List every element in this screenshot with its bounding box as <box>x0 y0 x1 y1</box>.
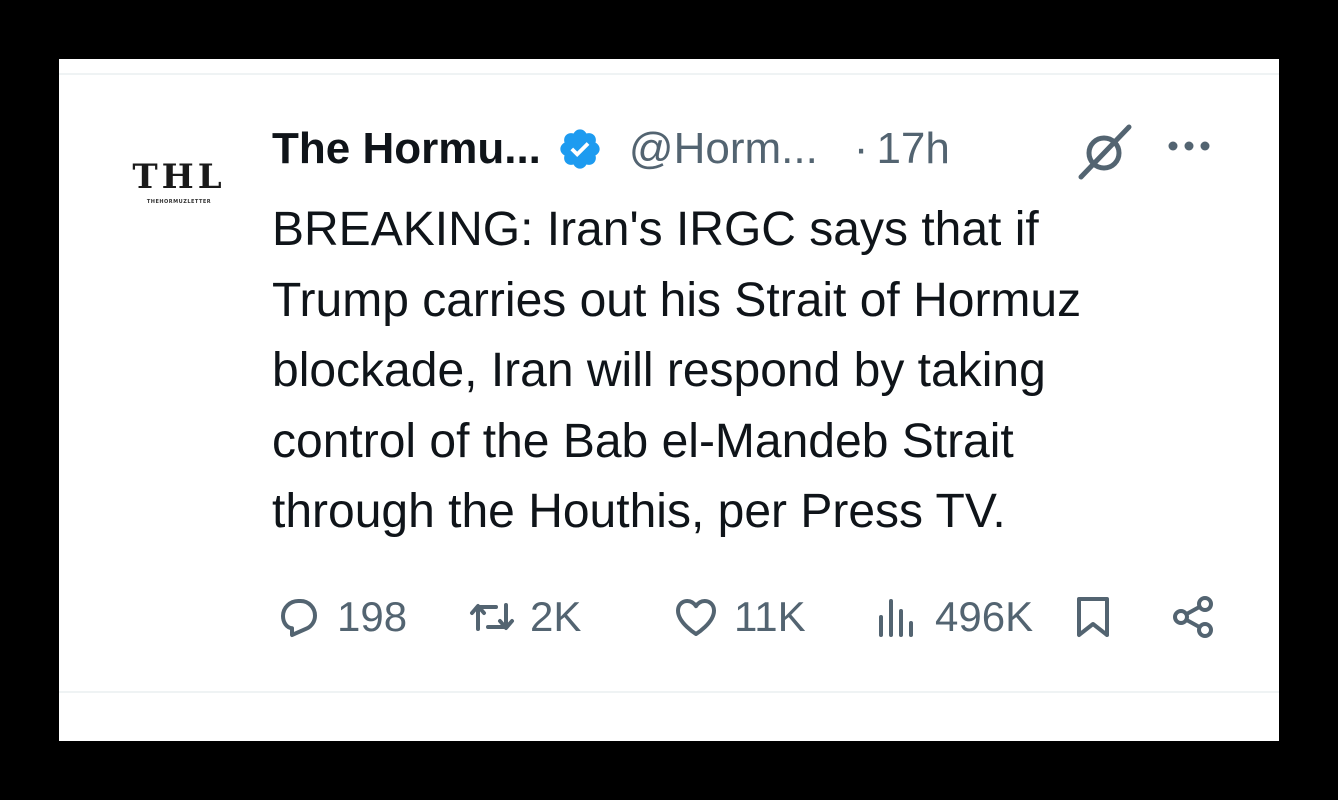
avatar-logo-subtext: THEHORMUZLETTER <box>146 199 212 205</box>
bookmark-button[interactable] <box>1069 587 1117 647</box>
reply-icon <box>281 599 317 637</box>
avatar-logo-text: THL <box>132 157 226 197</box>
tweet-text-line: Trump carries out his Strait of Hormuz <box>272 273 1082 327</box>
views-icon <box>879 599 913 637</box>
verified-badge-icon[interactable] <box>557 126 603 172</box>
reply-count: 198 <box>337 593 408 640</box>
heart-icon <box>676 599 716 636</box>
repost-icon <box>470 603 514 631</box>
views-button[interactable]: 496K <box>873 587 1033 647</box>
reply-button[interactable]: 198 <box>275 587 407 647</box>
display-name[interactable]: The Hormu... <box>272 124 541 174</box>
more-icon[interactable] <box>1159 131 1219 161</box>
tweet-card[interactable]: THL THEHORMUZLETTER The Hormu... @Horm..… <box>59 59 1279 741</box>
grok-icon[interactable] <box>1074 121 1136 183</box>
repost-count: 2K <box>530 593 582 640</box>
repost-button[interactable]: 2K <box>468 587 581 647</box>
action-bar: 198 2K 11K 496K <box>59 587 1279 647</box>
divider-top <box>59 73 1279 75</box>
avatar[interactable]: THL THEHORMUZLETTER <box>116 121 242 247</box>
tweet-text: BREAKING: Iran's IRGC says that if Trump… <box>272 195 1232 548</box>
tweet-text-line: blockade, Iran will respond by taking <box>272 344 1046 397</box>
bookmark-icon <box>1077 597 1109 637</box>
like-button[interactable]: 11K <box>672 587 806 647</box>
tweet-header: The Hormu... @Horm... · 17h <box>272 121 950 177</box>
user-handle[interactable]: @Horm... <box>629 124 818 174</box>
tweet-text-line: through the Houthis, per Press TV. <box>272 485 1006 538</box>
timestamp[interactable]: 17h <box>876 124 949 174</box>
divider-bottom <box>59 691 1279 693</box>
separator-dot: · <box>853 124 869 173</box>
views-count: 496K <box>935 593 1034 640</box>
like-count: 11K <box>734 593 806 640</box>
tweet-text-line: control of the Bab el-Mandeb Strait <box>272 414 1014 468</box>
share-button[interactable] <box>1169 587 1217 647</box>
share-icon <box>1173 596 1213 638</box>
tweet-text-line: BREAKING: Iran's IRGC says that if <box>272 203 1039 256</box>
